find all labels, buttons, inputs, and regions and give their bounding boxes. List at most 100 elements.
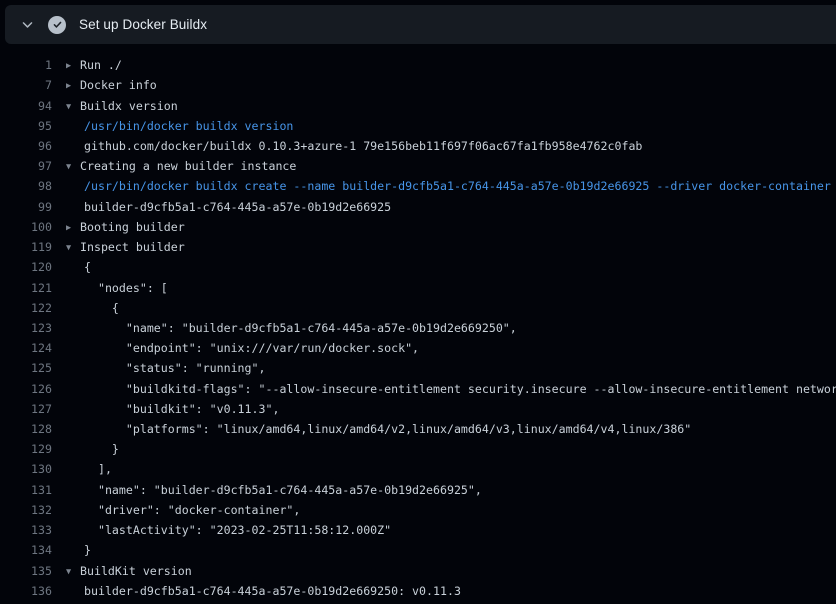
log-line[interactable]: 97 ▼Creating a new builder instance (0, 156, 836, 176)
log-line: 131 "name": "builder-d9cfb5a1-c764-445a-… (0, 480, 836, 500)
group-toggle-icon[interactable]: ▼ (66, 243, 80, 253)
log-line: 98 /usr/bin/docker buildx create --name … (0, 176, 836, 196)
line-text: "buildkit": "v0.11.3", (84, 402, 279, 416)
line-text: BuildKit version (80, 564, 192, 578)
check-circle-icon (48, 16, 66, 34)
line-number[interactable]: 119 (0, 240, 52, 254)
line-content: ], (66, 462, 836, 476)
line-text: builder-d9cfb5a1-c764-445a-a57e-0b19d2e6… (84, 584, 461, 598)
line-content: { (66, 301, 836, 315)
line-number[interactable]: 126 (0, 382, 52, 396)
log-line[interactable]: 7 ▶Docker info (0, 75, 836, 95)
line-number[interactable]: 123 (0, 321, 52, 335)
line-text: Inspect builder (80, 240, 185, 254)
line-content: "status": "running", (66, 361, 836, 375)
line-number[interactable]: 136 (0, 584, 52, 598)
line-number[interactable]: 132 (0, 503, 52, 517)
line-number[interactable]: 120 (0, 260, 52, 274)
line-text: Buildx version (80, 99, 178, 113)
group-toggle-icon[interactable]: ▼ (66, 162, 80, 172)
line-text: ], (84, 462, 112, 476)
line-text: Run ./ (80, 58, 122, 72)
line-number[interactable]: 95 (0, 119, 52, 133)
log-line: 130 ], (0, 459, 836, 479)
line-number[interactable]: 7 (0, 78, 52, 92)
chevron-down-icon[interactable] (19, 17, 35, 33)
line-number[interactable]: 128 (0, 422, 52, 436)
line-number[interactable]: 133 (0, 523, 52, 537)
line-number[interactable]: 131 (0, 483, 52, 497)
line-number[interactable]: 122 (0, 301, 52, 315)
log-lines: 1 ▶Run ./ 7 ▶Docker info 94 ▼Buildx vers… (0, 55, 836, 601)
line-content: "buildkit": "v0.11.3", (66, 402, 836, 416)
line-number[interactable]: 97 (0, 159, 52, 173)
log-line[interactable]: 1 ▶Run ./ (0, 55, 836, 75)
group-toggle-icon[interactable]: ▼ (66, 567, 80, 577)
line-number[interactable]: 100 (0, 220, 52, 234)
log-line: 123 "name": "builder-d9cfb5a1-c764-445a-… (0, 318, 836, 338)
line-content: builder-d9cfb5a1-c764-445a-a57e-0b19d2e6… (66, 200, 836, 214)
line-content: ▶Docker info (66, 78, 836, 92)
line-number[interactable]: 134 (0, 543, 52, 557)
log-line: 120 { (0, 257, 836, 277)
line-content: ▼Creating a new builder instance (66, 159, 836, 173)
step-header[interactable]: Set up Docker Buildx (5, 5, 836, 44)
line-content: "platforms": "linux/amd64,linux/amd64/v2… (66, 422, 836, 436)
log-line: 133 "lastActivity": "2023-02-25T11:58:12… (0, 520, 836, 540)
log-line: 127 "buildkit": "v0.11.3", (0, 399, 836, 419)
line-text: "status": "running", (84, 361, 265, 375)
log-line: 136 builder-d9cfb5a1-c764-445a-a57e-0b19… (0, 581, 836, 601)
line-text: } (84, 442, 119, 456)
line-text: "buildkitd-flags": "--allow-insecure-ent… (84, 382, 836, 396)
line-number[interactable]: 127 (0, 402, 52, 416)
line-number[interactable]: 94 (0, 99, 52, 113)
line-content: "nodes": [ (66, 281, 836, 295)
log-line[interactable]: 119 ▼Inspect builder (0, 237, 836, 257)
log-line[interactable]: 100 ▶Booting builder (0, 217, 836, 237)
line-content: } (66, 543, 836, 557)
line-number[interactable]: 129 (0, 442, 52, 456)
line-text: "nodes": [ (84, 281, 168, 295)
line-text: /usr/bin/docker buildx version (84, 119, 293, 133)
line-number[interactable]: 135 (0, 564, 52, 578)
line-text: "platforms": "linux/amd64,linux/amd64/v2… (84, 422, 691, 436)
line-text: "lastActivity": "2023-02-25T11:58:12.000… (84, 523, 391, 537)
line-content: "name": "builder-d9cfb5a1-c764-445a-a57e… (66, 321, 836, 335)
line-text: Docker info (80, 78, 157, 92)
line-text: /usr/bin/docker buildx create --name bui… (84, 179, 831, 193)
line-number[interactable]: 124 (0, 341, 52, 355)
line-number[interactable]: 130 (0, 462, 52, 476)
group-toggle-icon[interactable]: ▶ (66, 223, 80, 233)
log-line: 122 { (0, 298, 836, 318)
line-number[interactable]: 1 (0, 58, 52, 72)
line-text: github.com/docker/buildx 0.10.3+azure-1 … (84, 139, 642, 153)
line-text: "name": "builder-d9cfb5a1-c764-445a-a57e… (84, 483, 482, 497)
line-content: "name": "builder-d9cfb5a1-c764-445a-a57e… (66, 483, 836, 497)
log-line: 134 } (0, 540, 836, 560)
group-toggle-icon[interactable]: ▶ (66, 81, 80, 91)
line-number[interactable]: 99 (0, 200, 52, 214)
group-toggle-icon[interactable]: ▼ (66, 102, 80, 112)
line-number[interactable]: 96 (0, 139, 52, 153)
line-content: ▶Run ./ (66, 58, 836, 72)
line-text: { (84, 260, 91, 274)
line-text: "driver": "docker-container", (84, 503, 300, 517)
log-line[interactable]: 94 ▼Buildx version (0, 95, 836, 115)
line-content: github.com/docker/buildx 0.10.3+azure-1 … (66, 139, 836, 153)
line-content: /usr/bin/docker buildx version (66, 119, 836, 133)
log-line: 96 github.com/docker/buildx 0.10.3+azure… (0, 136, 836, 156)
line-number[interactable]: 125 (0, 361, 52, 375)
line-number[interactable]: 98 (0, 179, 52, 193)
step-title: Set up Docker Buildx (79, 17, 207, 32)
log-line[interactable]: 135 ▼BuildKit version (0, 560, 836, 580)
log-line: 125 "status": "running", (0, 358, 836, 378)
line-content: "driver": "docker-container", (66, 503, 836, 517)
log-line: 126 "buildkitd-flags": "--allow-insecure… (0, 379, 836, 399)
line-content: ▼Buildx version (66, 99, 836, 113)
log-line: 121 "nodes": [ (0, 277, 836, 297)
line-number[interactable]: 121 (0, 281, 52, 295)
line-text: Booting builder (80, 220, 185, 234)
line-content: } (66, 442, 836, 456)
group-toggle-icon[interactable]: ▶ (66, 61, 80, 71)
log-line: 95 /usr/bin/docker buildx version (0, 116, 836, 136)
